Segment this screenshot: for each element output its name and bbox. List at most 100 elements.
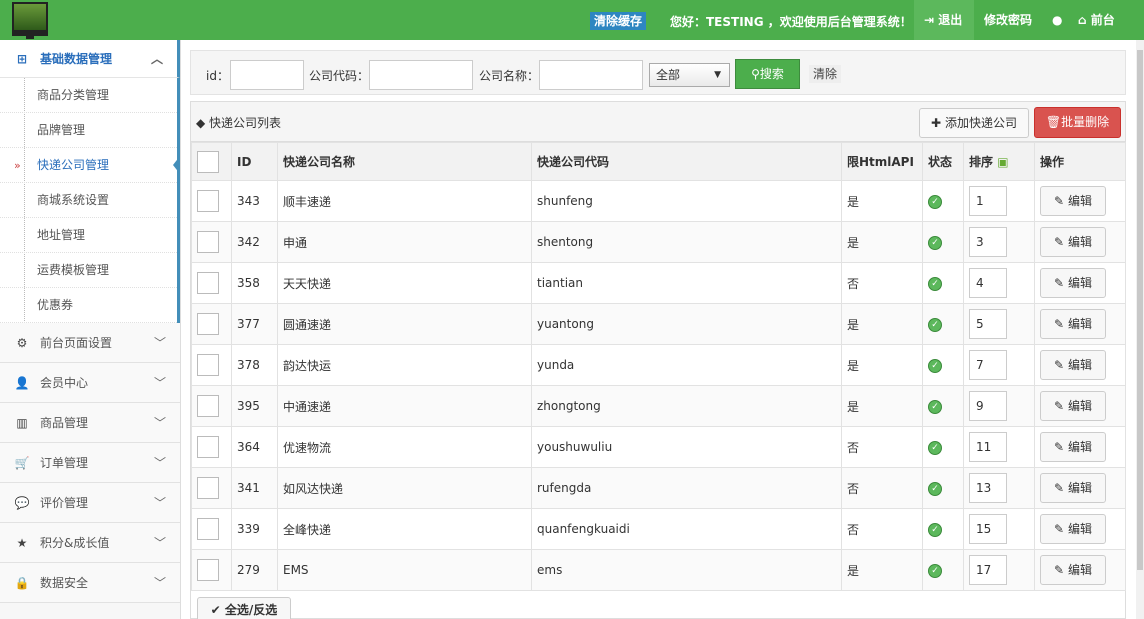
search-button-label: 搜索 bbox=[759, 67, 784, 81]
front-link[interactable]: ⌂ 前台 bbox=[1068, 0, 1125, 40]
check-circle-icon[interactable]: ✓ bbox=[928, 318, 942, 332]
cart-icon: 🛒 bbox=[14, 456, 30, 470]
sort-input[interactable]: 1 bbox=[969, 186, 1007, 216]
cell-sort: 5 bbox=[963, 303, 1035, 345]
search-bar: id： 公司代码： 公司名称： 全部 ▼ ⚲搜索 清除 bbox=[190, 50, 1126, 95]
sort-input[interactable]: 7 bbox=[969, 350, 1007, 380]
change-password-link[interactable]: 修改密码 bbox=[974, 0, 1042, 40]
row-checkbox[interactable] bbox=[197, 313, 219, 335]
row-checkbox[interactable] bbox=[197, 395, 219, 417]
row-checkbox[interactable] bbox=[197, 231, 219, 253]
select-all-button[interactable]: ✔ 全选/反选 bbox=[197, 597, 291, 619]
edit-button[interactable]: ✎ 编辑 bbox=[1040, 350, 1106, 380]
chevron-down-icon: ﹀ bbox=[153, 536, 166, 550]
row-checkbox[interactable] bbox=[197, 436, 219, 458]
cell-actions: ✎ 编辑 bbox=[1034, 508, 1126, 550]
sort-input[interactable]: 9 bbox=[969, 391, 1007, 421]
add-courier-button[interactable]: ✚ 添加快递公司 bbox=[919, 108, 1029, 138]
sidebar-group-label: 会员中心 bbox=[40, 376, 89, 390]
row-checkbox[interactable] bbox=[197, 477, 219, 499]
double-angle-right-icon: » bbox=[14, 159, 21, 172]
cell-id: 343 bbox=[231, 180, 278, 222]
edit-button[interactable]: ✎ 编辑 bbox=[1040, 227, 1106, 257]
row-checkbox-cell bbox=[191, 426, 232, 468]
id-input[interactable] bbox=[230, 60, 304, 90]
sort-input[interactable]: 11 bbox=[969, 432, 1007, 462]
edit-button[interactable]: ✎ 编辑 bbox=[1040, 555, 1106, 585]
check-circle-icon[interactable]: ✓ bbox=[928, 359, 942, 373]
plus-icon: ✚ bbox=[931, 116, 942, 130]
row-checkbox[interactable] bbox=[197, 559, 219, 581]
sidebar-subitem[interactable]: 优惠券 bbox=[0, 288, 177, 323]
row-checkbox[interactable] bbox=[197, 272, 219, 294]
sidebar-group[interactable]: ★ 积分&成长值 ﹀ bbox=[0, 523, 180, 563]
check-circle-icon[interactable]: ✓ bbox=[928, 482, 942, 496]
edit-button[interactable]: ✎ 编辑 bbox=[1040, 514, 1106, 544]
row-checkbox[interactable] bbox=[197, 190, 219, 212]
search-button[interactable]: ⚲搜索 bbox=[735, 59, 800, 89]
sidebar-group-basic-data[interactable]: ⊞ 基础数据管理 ︿ bbox=[0, 40, 180, 78]
page-scrollbar[interactable] bbox=[1136, 40, 1144, 619]
row-checkbox[interactable] bbox=[197, 518, 219, 540]
cell-id: 339 bbox=[231, 508, 278, 550]
edit-button[interactable]: ✎ 编辑 bbox=[1040, 391, 1106, 421]
cell-id: 377 bbox=[231, 303, 278, 345]
chevron-down-icon: ﹀ bbox=[153, 376, 166, 390]
sort-input[interactable]: 4 bbox=[969, 268, 1007, 298]
row-checkbox[interactable] bbox=[197, 354, 219, 376]
panel-title: ◆ 快递公司列表 bbox=[196, 116, 282, 130]
edit-button[interactable]: ✎ 编辑 bbox=[1040, 309, 1106, 339]
sidebar-groups: ⚙ 前台页面设置 ﹀ 👤 会员中心 ﹀ ▥ 商品管理 ﹀ 🛒 订单管理 ﹀ 💬 评价管理 ﹀ ★ 积分&成长值 ﹀… bbox=[0, 323, 180, 603]
cell-actions: ✎ 编辑 bbox=[1034, 262, 1126, 304]
check-circle-icon[interactable]: ✓ bbox=[928, 523, 942, 537]
check-circle-icon[interactable]: ✓ bbox=[928, 277, 942, 291]
sidebar-subitem[interactable]: 商品分类管理 bbox=[0, 78, 177, 113]
edit-button[interactable]: ✎ 编辑 bbox=[1040, 268, 1106, 298]
sidebar-subitem[interactable]: 品牌管理 bbox=[0, 113, 177, 148]
code-input[interactable] bbox=[369, 60, 473, 90]
scrollbar-thumb[interactable] bbox=[1137, 50, 1143, 570]
sort-input[interactable]: 13 bbox=[969, 473, 1007, 503]
edit-button[interactable]: ✎ 编辑 bbox=[1040, 186, 1106, 216]
table-row: 279 EMS ems 是 ✓ 17 ✎ 编辑 bbox=[191, 549, 1126, 591]
logo[interactable] bbox=[12, 2, 48, 39]
sidebar-group[interactable]: 🛒 订单管理 ﹀ bbox=[0, 443, 180, 483]
sidebar-subitem[interactable]: 运费模板管理 bbox=[0, 253, 177, 288]
table-header-row: ID 快递公司名称 快递公司代码 限HtmlAPI 状态 排序 ▣ 操作 bbox=[191, 142, 1126, 181]
save-sort-icon[interactable]: ▣ bbox=[997, 155, 1008, 169]
cell-status: ✓ bbox=[922, 221, 964, 263]
batch-delete-button[interactable]: 🗑批量删除 bbox=[1034, 107, 1121, 138]
sort-input[interactable]: 17 bbox=[969, 555, 1007, 585]
sort-input[interactable]: 3 bbox=[969, 227, 1007, 257]
check-circle-icon[interactable]: ✓ bbox=[928, 564, 942, 578]
edit-button[interactable]: ✎ 编辑 bbox=[1040, 432, 1106, 462]
check-circle-icon[interactable]: ✓ bbox=[928, 236, 942, 250]
sidebar-group[interactable]: 🔒 数据安全 ﹀ bbox=[0, 563, 180, 603]
sidebar-group[interactable]: ⚙ 前台页面设置 ﹀ bbox=[0, 323, 180, 363]
cell-actions: ✎ 编辑 bbox=[1034, 344, 1126, 386]
sidebar-subitem[interactable]: » 快递公司管理 bbox=[0, 148, 180, 183]
check-circle-icon[interactable]: ✓ bbox=[928, 400, 942, 414]
edit-button[interactable]: ✎ 编辑 bbox=[1040, 473, 1106, 503]
sidebar-subitem[interactable]: 地址管理 bbox=[0, 218, 177, 253]
sidebar-group[interactable]: 👤 会员中心 ﹀ bbox=[0, 363, 180, 403]
table-row: 378 韵达快运 yunda 是 ✓ 7 ✎ 编辑 bbox=[191, 344, 1126, 386]
sidebar-group[interactable]: ▥ 商品管理 ﹀ bbox=[0, 403, 180, 443]
row-checkbox-cell bbox=[191, 221, 232, 263]
sort-input[interactable]: 15 bbox=[969, 514, 1007, 544]
sort-input[interactable]: 5 bbox=[969, 309, 1007, 339]
logout-button[interactable]: ⇥ 退出 bbox=[914, 0, 974, 40]
star-icon: ★ bbox=[16, 536, 28, 550]
check-circle-icon[interactable]: ✓ bbox=[928, 441, 942, 455]
clear-cache-button[interactable]: 清除缓存 bbox=[590, 12, 647, 30]
name-input[interactable] bbox=[539, 60, 643, 90]
sidebar-group[interactable]: 💬 评价管理 ﹀ bbox=[0, 483, 180, 523]
clear-button[interactable]: 清除 bbox=[809, 65, 842, 83]
status-select[interactable]: 全部 ▼ bbox=[649, 63, 730, 87]
header-checkbox[interactable] bbox=[197, 150, 219, 173]
cell-status: ✓ bbox=[922, 549, 964, 591]
row-checkbox-cell bbox=[191, 549, 232, 591]
sidebar-submenu: 商品分类管理 品牌管理 » 快递公司管理 商城系统设置 地址管理 运费模板管理 优惠券 bbox=[0, 78, 180, 323]
check-circle-icon[interactable]: ✓ bbox=[928, 195, 942, 209]
sidebar-subitem[interactable]: 商城系统设置 bbox=[0, 183, 177, 218]
